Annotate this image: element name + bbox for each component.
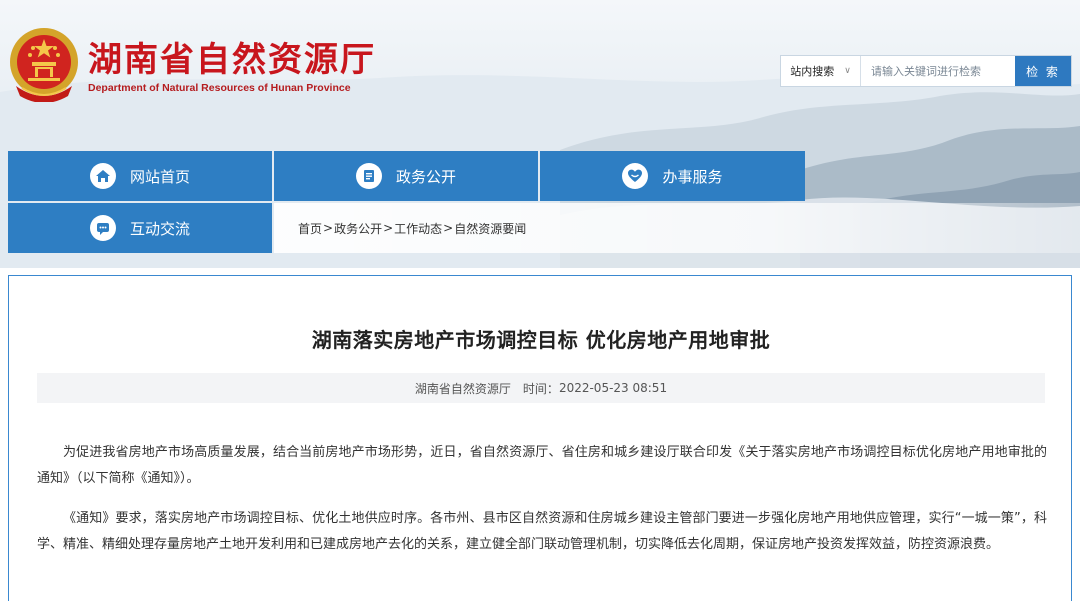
nav-item-label: 网站首页 xyxy=(129,167,190,186)
breadcrumb-separator: > xyxy=(383,221,394,235)
article-title: 湖南落实房地产市场调控目标 优化房地产用地审批 xyxy=(311,328,771,352)
site-subtitle: Department of Natural Resources of Hunan… xyxy=(88,82,351,94)
site-title: 湖南省自然资源厅 xyxy=(88,40,376,80)
breadcrumb-separator: > xyxy=(443,221,454,235)
search-scope-label: 站内搜索 xyxy=(790,65,835,78)
nav-item-label: 互动交流 xyxy=(129,219,190,238)
document-icon xyxy=(355,163,382,189)
nav-item-label: 办事服务 xyxy=(662,167,723,186)
search-bar: 站内搜索 ∨ 检 索 xyxy=(780,55,1072,87)
nav-item-government-affairs[interactable]: 政务公开 xyxy=(274,151,538,201)
nav-item-services[interactable]: 办事服务 xyxy=(540,151,805,201)
search-scope-select[interactable]: 站内搜索 ∨ xyxy=(781,56,861,86)
article-time: 2022-05-23 08:51 xyxy=(558,381,668,395)
breadcrumb: 首页 > 政务公开 > 工作动态 > 自然资源要闻 xyxy=(274,203,1080,253)
service-heart-icon xyxy=(622,163,649,189)
chat-icon xyxy=(89,215,116,241)
breadcrumb-separator: > xyxy=(323,221,334,235)
article-time-label: 时间： xyxy=(522,381,559,396)
article-panel: 湖南落实房地产市场调控目标 优化房地产用地审批 湖南省自然资源厅 时间： 202… xyxy=(8,275,1072,601)
article-source: 湖南省自然资源厅 xyxy=(414,381,511,396)
nav-item-label: 政务公开 xyxy=(395,167,456,186)
chevron-down-icon: ∨ xyxy=(844,66,851,76)
nav-item-home[interactable]: 网站首页 xyxy=(8,151,272,201)
home-icon xyxy=(89,163,116,189)
article-paragraph: 《通知》要求，落实房地产市场调控目标、优化土地供应时序。各市州、县市区自然资源和… xyxy=(37,511,1047,552)
breadcrumb-government-affairs[interactable]: 政务公开 xyxy=(334,220,382,237)
breadcrumb-resource-news[interactable]: 自然资源要闻 xyxy=(454,220,526,237)
breadcrumb-home[interactable]: 首页 xyxy=(298,220,322,237)
search-input[interactable] xyxy=(861,56,1015,86)
national-emblem-icon xyxy=(10,28,78,102)
article-paragraph: 为促进我省房地产市场高质量发展，结合当前房地产市场形势，近日，省自然资源厅、省住… xyxy=(37,445,1047,486)
nav-item-interaction[interactable]: 互动交流 xyxy=(8,203,272,253)
breadcrumb-work-news[interactable]: 工作动态 xyxy=(394,220,442,237)
site-logo[interactable]: 湖南省自然资源厅 Department of Natural Resources… xyxy=(8,26,388,104)
article-meta: 湖南省自然资源厅 时间： 2022-05-23 08:51 xyxy=(37,373,1045,403)
search-button[interactable]: 检 索 xyxy=(1015,56,1071,86)
